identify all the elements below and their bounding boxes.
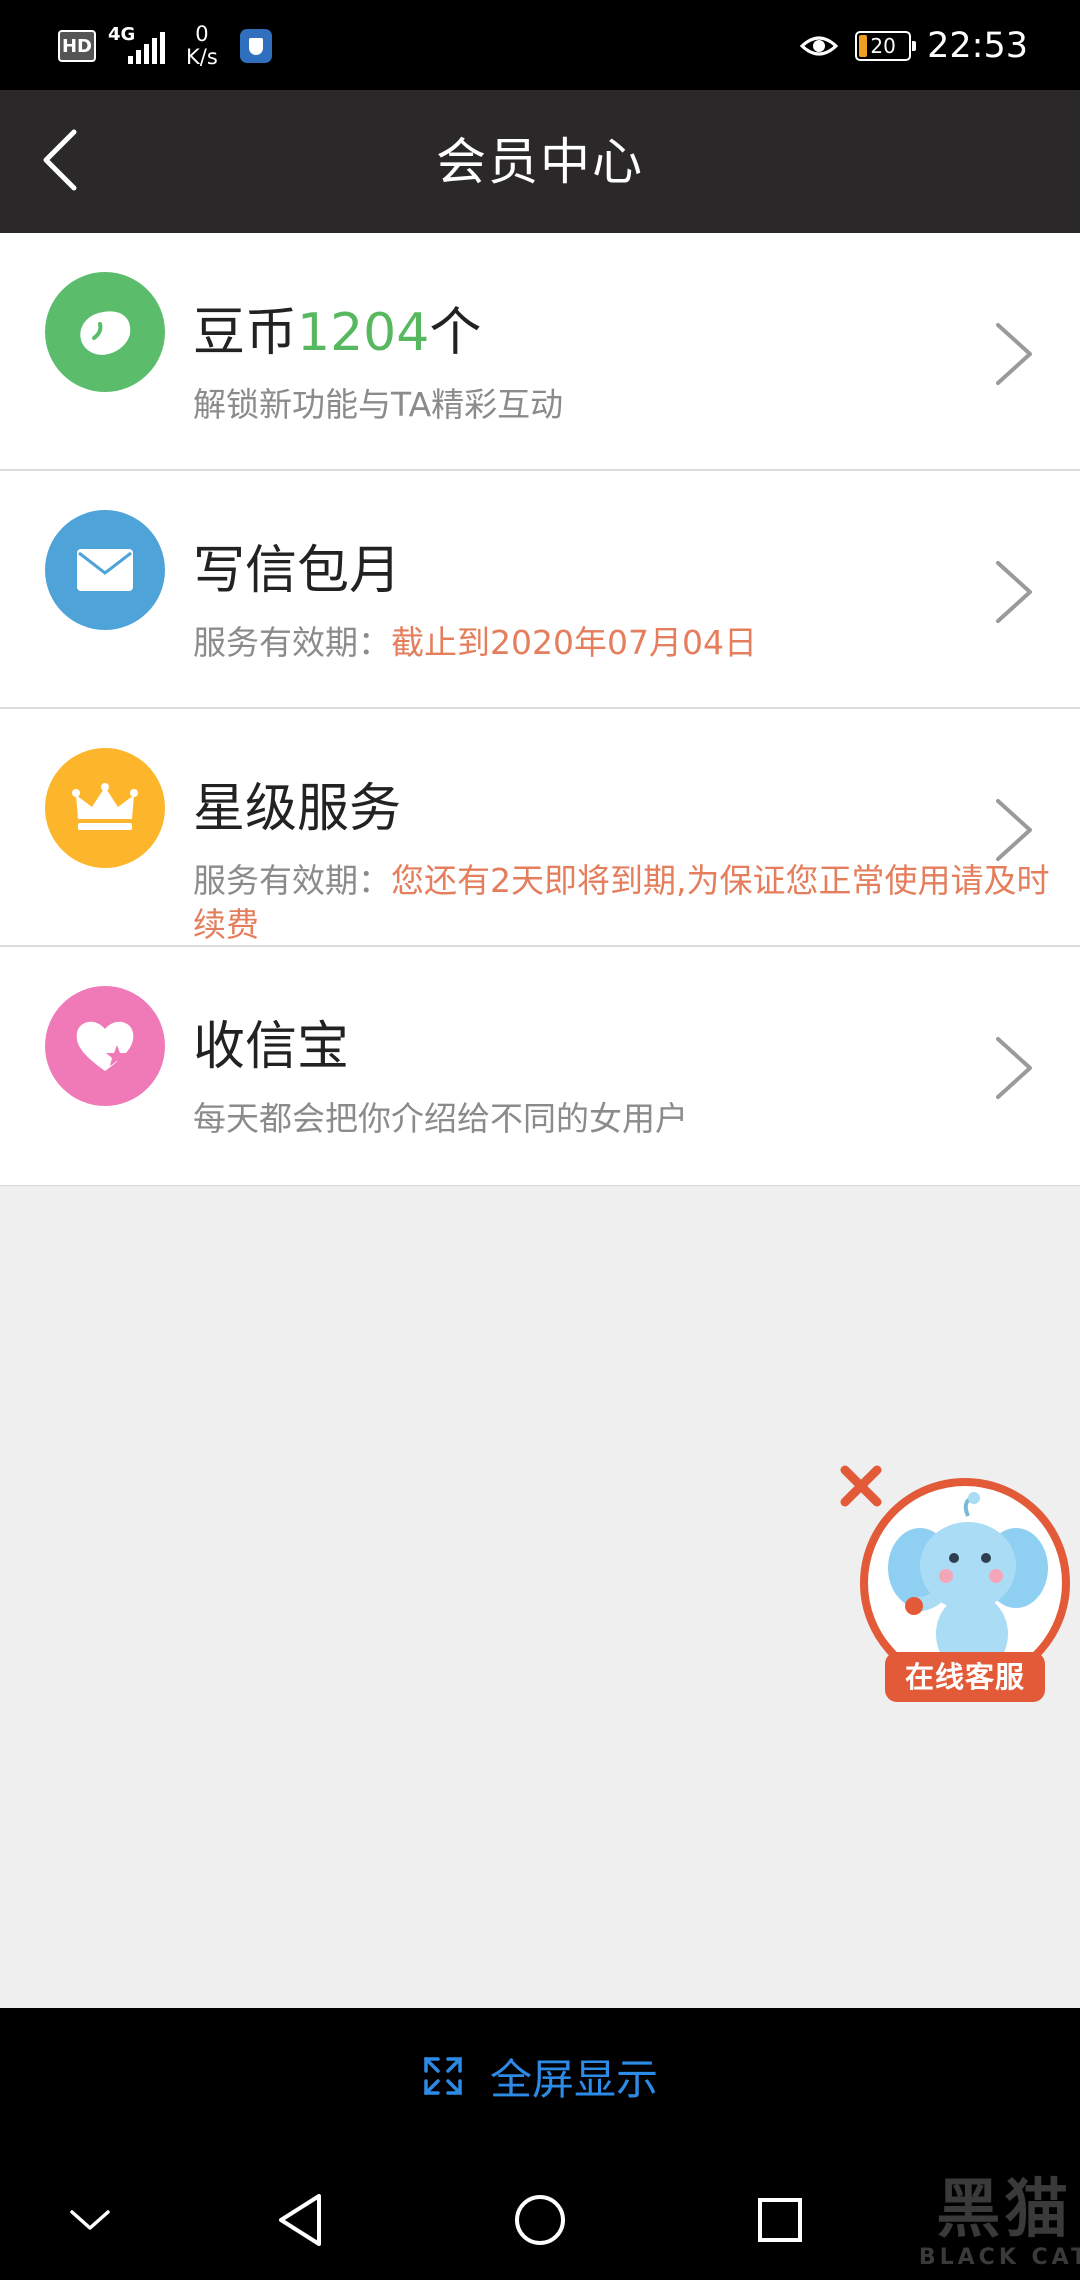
membership-list: 豆币1204个 解锁新功能与TA精彩互动 写信包月 服务有效期：截止到2020年… (0, 233, 1080, 1186)
speed-unit: K/s (186, 45, 218, 69)
fullscreen-button[interactable]: 全屏显示 (0, 2048, 1080, 2104)
battery-icon: 20 (855, 31, 917, 61)
letter-treasure-subtitle: 每天都会把你介绍给不同的女用户 (193, 1099, 688, 1138)
battery-level: 20 (870, 34, 896, 58)
nav-collapse-button[interactable] (45, 2180, 135, 2260)
fullscreen-label: 全屏显示 (489, 2054, 658, 2104)
close-icon[interactable] (835, 1460, 887, 1512)
chevron-right-icon (996, 1037, 1032, 1099)
shield-icon (239, 29, 272, 63)
clock: 22:53 (927, 26, 1028, 66)
watermark: 黑猫 BLACK CAT (919, 2175, 1080, 2270)
eye-icon (799, 36, 839, 56)
status-right: 20 22:53 (799, 18, 1028, 74)
nav-back-button[interactable] (255, 2180, 345, 2260)
validity-date: 截止到2020年07月04日 (391, 623, 757, 662)
star-service-subtitle: 服务有效期：您还有2天即将到期,为保证您正常使用请及时续费 (193, 859, 1053, 947)
mail-icon (45, 510, 165, 630)
coins-value: 1204 (297, 303, 430, 363)
elephant-icon (888, 1492, 1048, 1674)
nav-recents-button[interactable] (735, 2180, 825, 2260)
page-title: 会员中心 (436, 133, 644, 191)
list-item-star-service[interactable]: 星级服务 服务有效期：您还有2天即将到期,为保证您正常使用请及时续费 (0, 709, 1080, 947)
list-item-coins[interactable]: 豆币1204个 解锁新功能与TA精彩互动 (0, 233, 1080, 471)
triangle-back-icon (279, 2194, 321, 2246)
chevron-down-icon (70, 2210, 110, 2230)
letter-treasure-title: 收信宝 (193, 1017, 350, 1077)
bean-icon (45, 272, 165, 392)
watermark-en: BLACK CAT (918, 2245, 1080, 2270)
heart-star-icon (45, 986, 165, 1106)
list-item-letter-treasure[interactable]: 收信宝 每天都会把你介绍给不同的女用户 (0, 947, 1080, 1185)
square-recents-icon (758, 2198, 802, 2242)
validity-label: 服务有效期： (193, 623, 391, 662)
expand-icon (424, 2057, 462, 2095)
customer-service-label: 在线客服 (885, 1652, 1045, 1702)
coins-subtitle: 解锁新功能与TA精彩互动 (193, 385, 564, 424)
watermark-cn: 黑猫 (936, 2173, 1073, 2247)
crown-icon (45, 748, 165, 868)
chevron-right-icon (996, 799, 1032, 861)
chevron-right-icon (996, 323, 1032, 385)
nav-home-button[interactable] (495, 2180, 585, 2260)
speed-value: 0 (195, 22, 209, 46)
customer-service-widget[interactable]: 在线客服 (835, 1460, 1070, 1710)
coins-unit: 个 (429, 303, 482, 363)
status-left: HD 4G 0 K/s (58, 18, 272, 74)
chevron-right-icon (996, 561, 1032, 623)
network-speed: 0 K/s (186, 23, 218, 69)
star-service-title: 星级服务 (193, 779, 402, 839)
bottom-bar: 全屏显示 黑猫 BLACK CAT (0, 2008, 1080, 2280)
coins-label: 豆币 (193, 303, 298, 363)
validity-label: 服务有效期： (193, 861, 391, 900)
status-bar: HD 4G 0 K/s 20 22:53 (0, 0, 1080, 90)
app-header: 会员中心 (0, 90, 1080, 233)
coins-title: 豆币1204个 (193, 301, 481, 365)
hd-badge: HD (58, 30, 96, 62)
monthly-letters-title: 写信包月 (193, 541, 402, 601)
list-item-monthly-letters[interactable]: 写信包月 服务有效期：截止到2020年07月04日 (0, 471, 1080, 709)
signal-icon: 4G (108, 24, 165, 66)
monthly-letters-subtitle: 服务有效期：截止到2020年07月04日 (193, 621, 1053, 665)
circle-home-icon (515, 2195, 565, 2245)
